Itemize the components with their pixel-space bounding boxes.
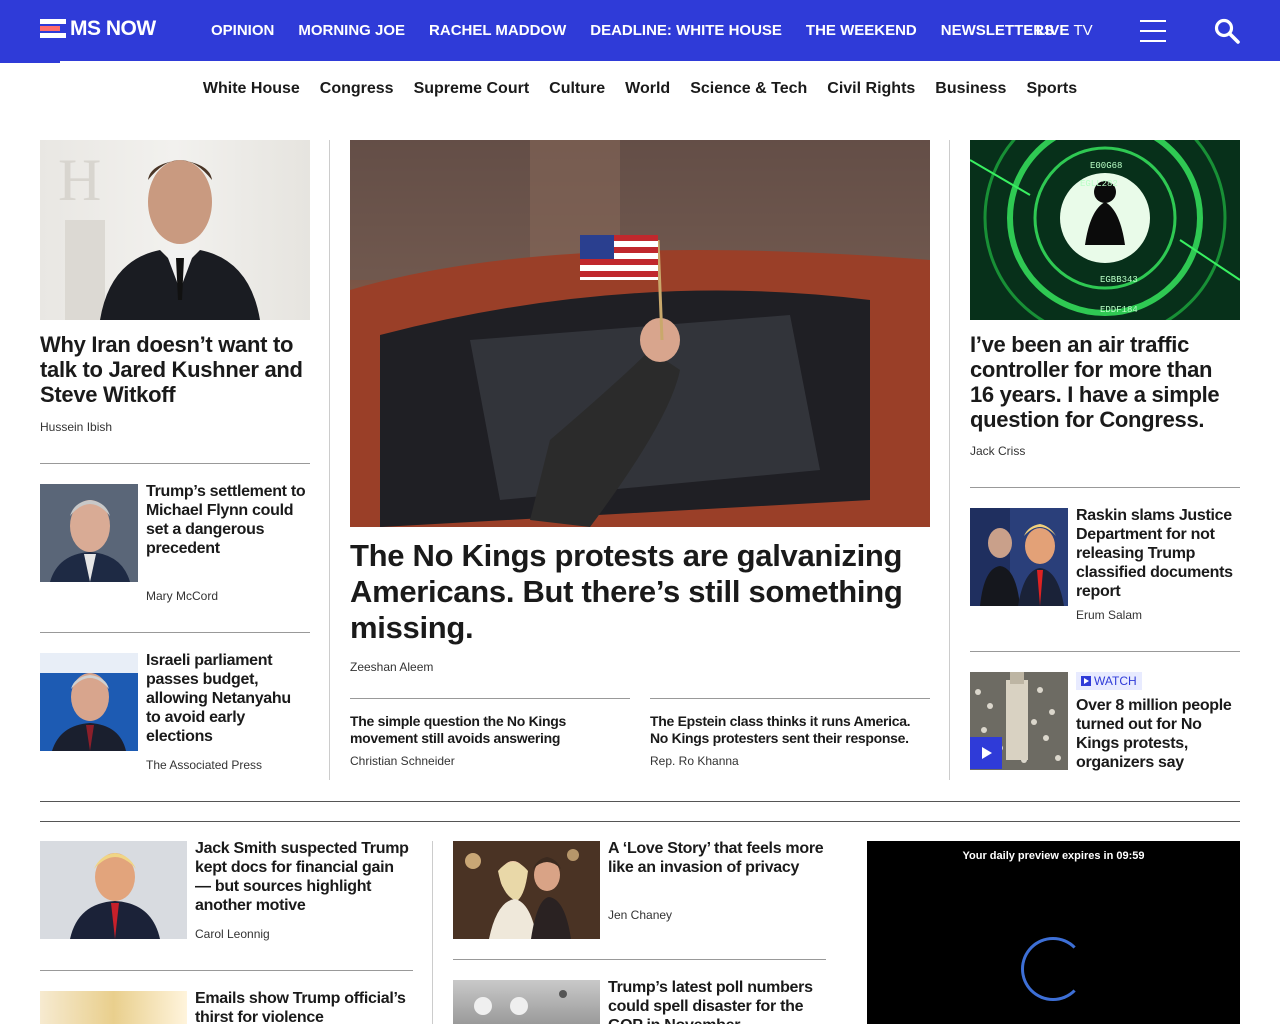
svg-text:E00G68: E00G68 (1090, 161, 1122, 171)
center-related-2-headline[interactable]: The Epstein class thinks it runs America… (650, 713, 930, 747)
section-divider (40, 821, 1240, 822)
svg-text:EDDF184: EDDF184 (1100, 305, 1138, 315)
svg-text:EGLL282: EGLL282 (1080, 179, 1118, 189)
watch-badge-label: WATCH (1094, 674, 1137, 688)
left-story-2-byline[interactable]: The Associated Press (146, 758, 262, 772)
logo-mark-icon (40, 19, 66, 39)
section-supreme-court[interactable]: Supreme Court (414, 80, 530, 98)
center-related-1-headline[interactable]: The simple question the No Kings movemen… (350, 713, 630, 747)
section-world[interactable]: World (625, 80, 670, 98)
search-icon[interactable] (1214, 18, 1240, 44)
raskin-story-photo[interactable] (970, 508, 1068, 606)
no-kings-protest-photo[interactable] (350, 140, 930, 527)
divider (650, 698, 930, 699)
nav-deadline-white-house[interactable]: DEADLINE: WHITE HOUSE (590, 22, 782, 39)
live-tv-light: TV (1073, 22, 1093, 39)
menu-icon[interactable] (1140, 20, 1166, 42)
lower-col2-story-1-headline[interactable]: A ‘Love Story’ that feels more like an i… (608, 839, 826, 877)
nav-the-weekend[interactable]: THE WEEKEND (806, 22, 917, 39)
right-lead-byline[interactable]: Jack Criss (970, 444, 1025, 458)
emails-story-photo[interactable] (40, 991, 187, 1024)
right-lead-headline[interactable]: I’ve been an air traffic controller for … (970, 332, 1240, 432)
divider (970, 487, 1240, 488)
lower-col2-story-1-byline[interactable]: Jen Chaney (608, 908, 672, 922)
logo-text: MS NOW (70, 17, 156, 40)
section-business[interactable]: Business (935, 80, 1006, 98)
section-divider (40, 801, 1240, 802)
divider (350, 698, 630, 699)
column-divider (329, 140, 330, 780)
primary-nav: OPINION MORNING JOE RACHEL MADDOW DEADLI… (211, 0, 1078, 61)
right-story-1-headline[interactable]: Raskin slams Justice Department for not … (1076, 506, 1240, 601)
divider (453, 959, 826, 960)
right-story-2-headline[interactable]: Over 8 million people turned out for No … (1076, 696, 1240, 772)
section-civil-rights[interactable]: Civil Rights (827, 80, 915, 98)
section-nav: White House Congress Supreme Court Cultu… (0, 63, 1280, 115)
flynn-photo[interactable] (40, 484, 138, 582)
watch-badge: WATCH (1076, 672, 1142, 690)
section-sports[interactable]: Sports (1026, 80, 1077, 98)
center-related-2-byline[interactable]: Rep. Ro Khanna (650, 754, 739, 768)
netanyahu-photo[interactable] (40, 653, 138, 751)
poll-story-photo[interactable] (453, 980, 600, 1024)
live-tv-link[interactable]: LIVE TV (1036, 22, 1093, 39)
nav-rachel-maddow[interactable]: RACHEL MADDOW (429, 22, 566, 39)
lower-col1-story-1-byline[interactable]: Carol Leonnig (195, 927, 270, 941)
nav-morning-joe[interactable]: MORNING JOE (298, 22, 405, 39)
right-story-1-byline[interactable]: Erum Salam (1076, 608, 1142, 622)
jack-smith-trump-photo[interactable] (40, 841, 187, 939)
section-culture[interactable]: Culture (549, 80, 605, 98)
nav-opinion[interactable]: OPINION (211, 22, 274, 39)
column-divider (432, 841, 433, 1024)
section-white-house[interactable]: White House (203, 80, 300, 98)
kushner-photo[interactable]: H (40, 140, 310, 320)
svg-text:H: H (58, 147, 101, 213)
left-story-1-byline[interactable]: Mary McCord (146, 589, 218, 603)
preview-timer-label: Your daily preview expires in 09:59 (962, 850, 1145, 862)
video-icon (1081, 676, 1091, 686)
left-lead-headline[interactable]: Why Iran doesn’t want to talk to Jared K… (40, 332, 310, 407)
lower-col2-story-2-headline[interactable]: Trump’s latest poll numbers could spell … (608, 978, 826, 1024)
column-divider (949, 140, 950, 780)
love-story-photo[interactable] (453, 841, 600, 939)
loading-spinner-icon (1021, 937, 1085, 1001)
left-story-2-headline[interactable]: Israeli parliament passes budget, allowi… (146, 651, 306, 746)
svg-text:EGBB343: EGBB343 (1100, 275, 1138, 285)
divider (970, 651, 1240, 652)
center-lead-headline[interactable]: The No Kings protests are galvanizing Am… (350, 538, 930, 646)
section-congress[interactable]: Congress (320, 80, 394, 98)
center-related-1-byline[interactable]: Christian Schneider (350, 754, 455, 768)
left-lead-byline[interactable]: Hussein Ibish (40, 420, 112, 434)
top-navigation-bar: MS NOW OPINION MORNING JOE RACHEL MADDOW… (0, 0, 1280, 61)
air-traffic-radar-illustration[interactable]: E00G68 EGLL282 EGBB343 EDDF184 (970, 140, 1240, 320)
video-player[interactable]: Your daily preview expires in 09:59 (867, 841, 1240, 1024)
site-logo[interactable]: MS NOW (40, 17, 156, 41)
divider (40, 463, 310, 464)
lower-col1-story-2-headline[interactable]: Emails show Trump official’s thirst for … (195, 989, 413, 1024)
divider (40, 970, 413, 971)
left-story-1-headline[interactable]: Trump’s settlement to Michael Flynn coul… (146, 482, 306, 558)
section-science-tech[interactable]: Science & Tech (690, 80, 807, 98)
divider (40, 632, 310, 633)
play-icon[interactable] (970, 737, 1002, 769)
live-tv-strong: LIVE (1036, 22, 1070, 39)
lower-col1-story-1-headline[interactable]: Jack Smith suspected Trump kept docs for… (195, 839, 413, 915)
center-lead-byline[interactable]: Zeeshan Aleem (350, 660, 433, 674)
